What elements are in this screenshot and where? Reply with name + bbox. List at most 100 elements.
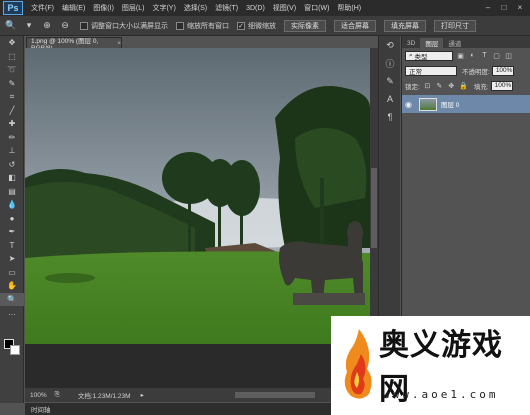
character-icon[interactable]: A — [379, 90, 401, 108]
zoom-level[interactable]: 100% — [30, 392, 47, 399]
menu-image[interactable]: 图像(I) — [93, 3, 114, 13]
opacity-label: 不透明度: — [462, 68, 490, 76]
type-tool-icon[interactable]: T — [0, 239, 24, 253]
lock-all-icon[interactable]: 🔒 — [459, 81, 468, 90]
smart-filter-icon[interactable]: ◫ — [504, 51, 513, 60]
history-icon[interactable]: ⟲ — [379, 36, 401, 54]
minimize-icon[interactable]: – — [482, 2, 494, 12]
layer-filter-select[interactable]: ⌕ 类型 — [405, 50, 453, 61]
properties-icon[interactable]: ⓘ — [379, 54, 401, 72]
lock-move-icon[interactable]: ✥ — [447, 81, 456, 90]
opacity-input[interactable]: 100% — [491, 65, 514, 76]
layer-row[interactable]: ◉ 图层 0 — [402, 95, 530, 113]
zoom-all-checkbox[interactable]: 缩放所有窗口 — [176, 21, 229, 31]
lasso-tool-icon[interactable]: ➰ — [0, 63, 24, 77]
zoom-in-icon[interactable]: ⊕ — [40, 19, 54, 33]
menu-edit[interactable]: 编辑(E) — [62, 3, 85, 13]
fill-screen-button[interactable]: 填充屏幕 — [384, 19, 426, 32]
zoom-tool-icon[interactable]: 🔍 — [0, 292, 24, 306]
shape-filter-icon[interactable]: ▢ — [492, 51, 501, 60]
healing-brush-icon[interactable]: ✚ — [0, 117, 24, 131]
menu-window[interactable]: 窗口(W) — [304, 3, 329, 13]
photoshop-logo: Ps — [3, 1, 23, 15]
menu-view[interactable]: 视图(V) — [273, 3, 296, 13]
menu-filter[interactable]: 滤镜(T) — [215, 3, 238, 13]
zoom-all-label: 缩放所有窗口 — [187, 22, 229, 30]
marquee-tool-icon[interactable]: ⬚ — [0, 50, 24, 64]
zoom-out-icon[interactable]: ⊖ — [58, 19, 72, 33]
brush-tool-icon[interactable]: ✏ — [0, 131, 24, 145]
document-tab[interactable]: 1.png @ 100% (图层 0, RGB/8) × — [26, 37, 122, 52]
move-tool-icon[interactable]: ✥ — [0, 36, 24, 50]
horizontal-scroll-thumb[interactable] — [235, 392, 315, 398]
fit-screen-button[interactable]: 适合屏幕 — [334, 19, 376, 32]
flame-logo-icon — [344, 329, 372, 399]
tab-3d[interactable]: 3D — [402, 38, 420, 48]
print-size-button[interactable]: 打印尺寸 — [434, 19, 476, 32]
eyedropper-tool-icon[interactable]: ╱ — [0, 104, 24, 118]
layer-name[interactable]: 图层 0 — [441, 99, 459, 109]
scroll-thumb[interactable] — [371, 168, 377, 248]
clone-stamp-icon[interactable]: ⊥ — [0, 144, 24, 158]
maximize-icon[interactable]: □ — [498, 2, 510, 12]
resize-windows-checkbox[interactable]: 调整窗口大小以满屏显示 — [80, 21, 168, 31]
gradient-tool-icon[interactable]: ▤ — [0, 185, 24, 199]
zoom-tool-icon[interactable]: 🔍 — [4, 19, 18, 33]
scrubby-zoom-checkbox[interactable]: ✓ 细微缩放 — [237, 21, 276, 31]
share-icon[interactable]: ⎘ — [55, 391, 60, 399]
shape-tool-icon[interactable]: ▭ — [0, 266, 24, 280]
blur-tool-icon[interactable]: 💧 — [0, 198, 24, 212]
quick-select-tool-icon[interactable]: ✎ — [0, 77, 24, 91]
close-icon[interactable]: × — [117, 40, 121, 47]
canvas-area[interactable] — [25, 48, 370, 388]
close-icon[interactable]: × — [514, 2, 526, 12]
watermark-url: www.aoe1.com — [383, 388, 499, 401]
filter-type-label: 类型 — [414, 53, 428, 61]
eraser-tool-icon[interactable]: ◧ — [0, 171, 24, 185]
scrubby-zoom-label: 细微缩放 — [248, 22, 276, 30]
blend-mode-select[interactable]: 正常 — [405, 65, 457, 76]
fill-input[interactable]: 100% — [490, 80, 513, 91]
adjust-filter-icon[interactable]: ◐ — [468, 51, 477, 60]
visibility-eye-icon[interactable]: ◉ — [405, 100, 415, 109]
options-bar: 🔍 ▾ ⊕ ⊖ 调整窗口大小以满屏显示 缩放所有窗口 ✓ 细微缩放 实际像素 适… — [0, 16, 530, 36]
tab-layers[interactable]: 图层 — [420, 38, 444, 48]
actual-pixels-button[interactable]: 实际像素 — [284, 19, 326, 32]
brush-panel-icon[interactable]: ✎ — [379, 72, 401, 90]
crop-tool-icon[interactable]: ⌗ — [0, 90, 24, 104]
lock-brush-icon[interactable]: ✎ — [435, 81, 444, 90]
hand-tool-icon[interactable]: ✋ — [0, 279, 24, 293]
lock-row: 锁定: ⊡ ✎ ✥ 🔒 填充: 100% — [402, 78, 530, 93]
checkbox-box[interactable] — [176, 21, 184, 30]
dodge-tool-icon[interactable]: ● — [0, 212, 24, 226]
chevron-down-icon[interactable]: ▾ — [22, 19, 36, 33]
menu-select[interactable]: 选择(S) — [184, 3, 207, 13]
menu-bar: Ps 文件(F) 编辑(E) 图像(I) 图层(L) 文字(Y) 选择(S) 滤… — [0, 0, 530, 16]
pixel-filter-icon[interactable]: ▣ — [456, 51, 465, 60]
status-bar: 100% ⎘ 文档:1.23M/1.23M ▸ — [25, 388, 378, 402]
chevron-right-icon[interactable]: ▸ — [141, 391, 144, 399]
menu-file[interactable]: 文件(F) — [31, 3, 54, 13]
text-filter-icon[interactable]: T — [480, 51, 489, 60]
paragraph-icon[interactable]: ¶ — [379, 108, 401, 126]
color-swatches[interactable] — [4, 339, 20, 355]
window-controls: – □ × — [482, 2, 526, 12]
tab-channels[interactable]: 通道 — [443, 38, 466, 48]
menu-help[interactable]: 帮助(H) — [337, 3, 361, 13]
timeline-label: 时间轴 — [31, 407, 51, 414]
more-tools-icon[interactable]: … — [0, 306, 24, 320]
menu-type[interactable]: 文字(Y) — [152, 3, 175, 13]
background-color-swatch[interactable] — [10, 345, 20, 355]
lock-label: 锁定: — [405, 83, 420, 91]
checkbox-box[interactable] — [80, 21, 88, 30]
watermark: 奥义游戏网 www.aoe1.com — [331, 316, 530, 415]
history-brush-icon[interactable]: ↺ — [0, 158, 24, 172]
checkbox-checked[interactable]: ✓ — [237, 21, 245, 30]
resize-windows-label: 调整窗口大小以满屏显示 — [91, 22, 168, 30]
menu-layer[interactable]: 图层(L) — [122, 3, 145, 13]
path-select-icon[interactable]: ➤ — [0, 252, 24, 266]
menu-3d[interactable]: 3D(D) — [246, 5, 265, 12]
landscape-photo — [25, 48, 370, 344]
pen-tool-icon[interactable]: ✒ — [0, 225, 24, 239]
lock-pixels-icon[interactable]: ⊡ — [423, 81, 432, 90]
